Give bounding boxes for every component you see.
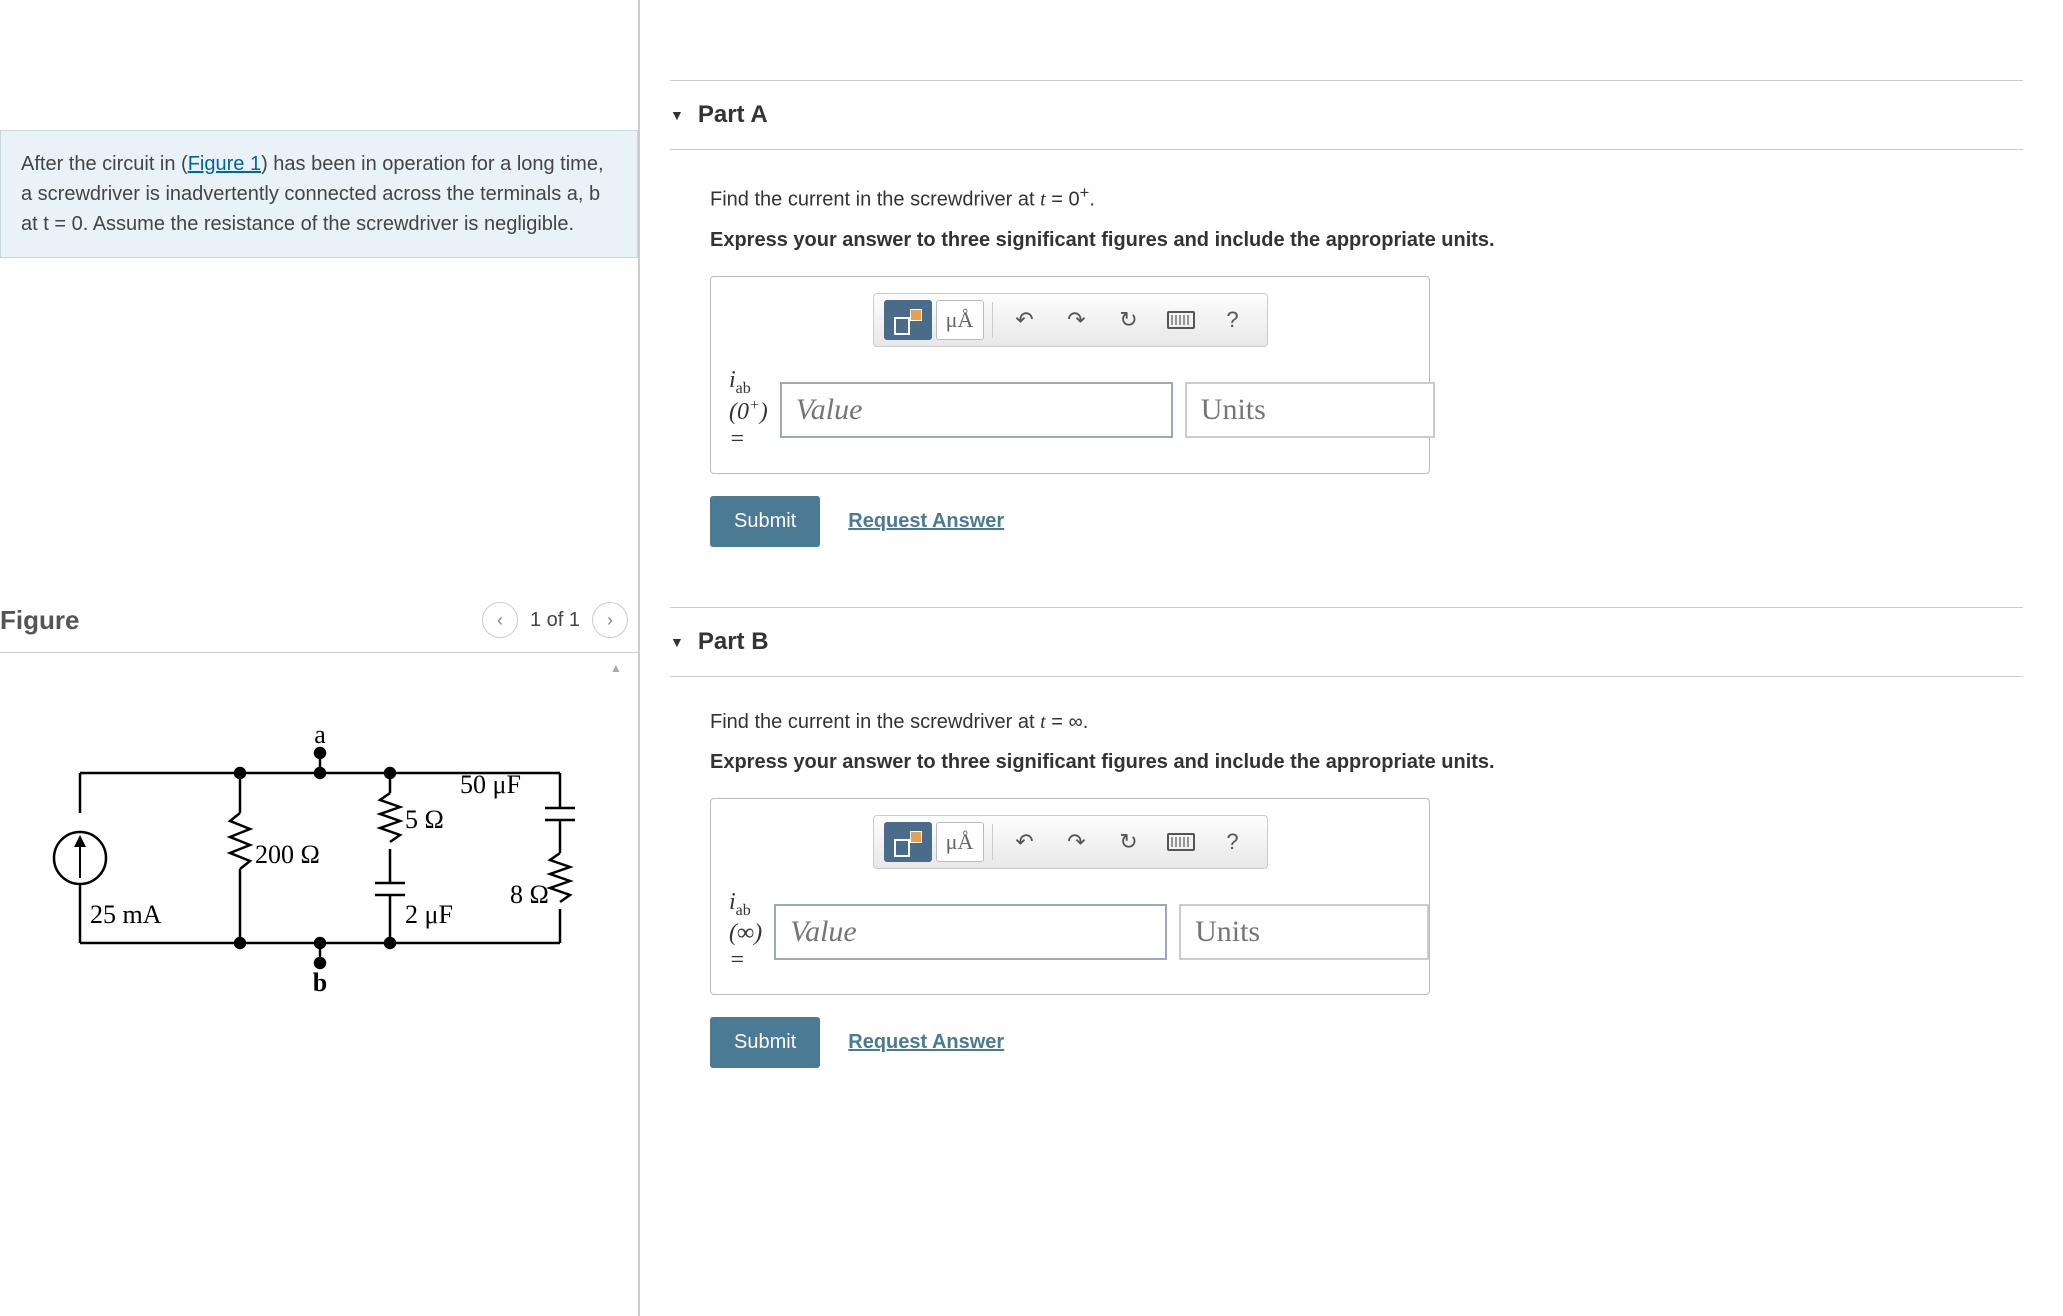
redo-button[interactable]: ↷ xyxy=(1053,300,1101,340)
units-picker-button[interactable]: μÅ xyxy=(936,822,984,862)
part-b-value-input[interactable] xyxy=(774,904,1167,960)
toolbar-divider xyxy=(992,302,993,338)
part-a-units-input[interactable] xyxy=(1185,382,1435,438)
scroll-up-icon[interactable]: ▲ xyxy=(606,661,626,675)
circuit-diagram: a b 25 mA 200 Ω 5 Ω 2 μF 50 μF 8 Ω xyxy=(40,713,580,1003)
part-a-answer-box: μÅ ↶ ↷ ↻ ? iab (0+) = xyxy=(710,276,1430,475)
left-panel: After the circuit in (Figure 1) has been… xyxy=(0,0,640,1316)
problem-statement: After the circuit in (Figure 1) has been… xyxy=(0,130,638,258)
part-a-body: Find the current in the screwdriver at t… xyxy=(670,150,2023,547)
part-a-input-row: iab (0+) = xyxy=(729,367,1411,454)
figure-header: Figure ‹ 1 of 1 › xyxy=(0,588,638,653)
reset-button[interactable]: ↻ xyxy=(1105,300,1153,340)
resistor3-label: 8 Ω xyxy=(510,880,549,909)
toolbar-divider xyxy=(992,824,993,860)
collapse-icon: ▼ xyxy=(670,634,684,650)
redo-button[interactable]: ↷ xyxy=(1053,822,1101,862)
figure-nav: ‹ 1 of 1 › xyxy=(482,602,628,638)
part-b-submit-row: Submit Request Answer xyxy=(710,1017,2023,1068)
reset-button[interactable]: ↻ xyxy=(1105,822,1153,862)
part-b-answer-box: μÅ ↶ ↷ ↻ ? iab (∞) = xyxy=(710,798,1430,995)
part-a-submit-button[interactable]: Submit xyxy=(710,496,820,547)
part-b-body: Find the current in the screwdriver at t… xyxy=(670,677,2023,1068)
part-b-variable-label: iab (∞) = xyxy=(729,889,762,974)
undo-button[interactable]: ↶ xyxy=(1001,300,1049,340)
current-source-label: 25 mA xyxy=(90,900,162,929)
terminal-b-label: b xyxy=(313,968,327,997)
part-a-header[interactable]: ▼ Part A xyxy=(670,80,2023,150)
terminal-a-label: a xyxy=(314,720,326,749)
part-b-input-row: iab (∞) = xyxy=(729,889,1411,974)
help-button[interactable]: ? xyxy=(1209,822,1257,862)
part-a-toolbar: μÅ ↶ ↷ ↻ ? xyxy=(873,293,1268,347)
figure-page-indicator: 1 of 1 xyxy=(530,609,580,632)
part-a-prompt: Find the current in the screwdriver at t… xyxy=(710,180,2023,215)
help-button[interactable]: ? xyxy=(1209,300,1257,340)
part-b-title: Part B xyxy=(698,628,769,656)
resistor1-label: 200 Ω xyxy=(255,840,320,869)
cap2-label: 50 μF xyxy=(460,770,521,799)
units-picker-button[interactable]: μÅ xyxy=(936,300,984,340)
part-a-variable-label: iab (0+) = xyxy=(729,367,768,454)
part-b-request-answer-link[interactable]: Request Answer xyxy=(848,1031,1004,1054)
part-b-submit-button[interactable]: Submit xyxy=(710,1017,820,1068)
part-a-request-answer-link[interactable]: Request Answer xyxy=(848,510,1004,533)
part-b-instruction: Express your answer to three significant… xyxy=(710,751,2023,774)
problem-text-pre: After the circuit in ( xyxy=(21,153,188,175)
part-a-value-input[interactable] xyxy=(780,382,1173,438)
part-b-toolbar: μÅ ↶ ↷ ↻ ? xyxy=(873,815,1268,869)
resistor2-label: 5 Ω xyxy=(405,805,444,834)
template-button[interactable] xyxy=(884,822,932,862)
figure-link[interactable]: Figure 1 xyxy=(188,153,261,175)
template-button[interactable] xyxy=(884,300,932,340)
keyboard-button[interactable] xyxy=(1157,300,1205,340)
part-a-submit-row: Submit Request Answer xyxy=(710,496,2023,547)
keyboard-button[interactable] xyxy=(1157,822,1205,862)
collapse-icon: ▼ xyxy=(670,107,684,123)
part-b-units-input[interactable] xyxy=(1179,904,1429,960)
part-a-title: Part A xyxy=(698,101,768,129)
figure-next-button[interactable]: › xyxy=(592,602,628,638)
figure-title: Figure xyxy=(0,605,79,636)
part-b-prompt: Find the current in the screwdriver at t… xyxy=(710,707,2023,737)
figure-prev-button[interactable]: ‹ xyxy=(482,602,518,638)
undo-button[interactable]: ↶ xyxy=(1001,822,1049,862)
right-panel: ▼ Part A Find the current in the screwdr… xyxy=(640,0,2063,1316)
cap1-label: 2 μF xyxy=(405,900,453,929)
part-b-header[interactable]: ▼ Part B xyxy=(670,607,2023,677)
part-a-instruction: Express your answer to three significant… xyxy=(710,229,2023,252)
